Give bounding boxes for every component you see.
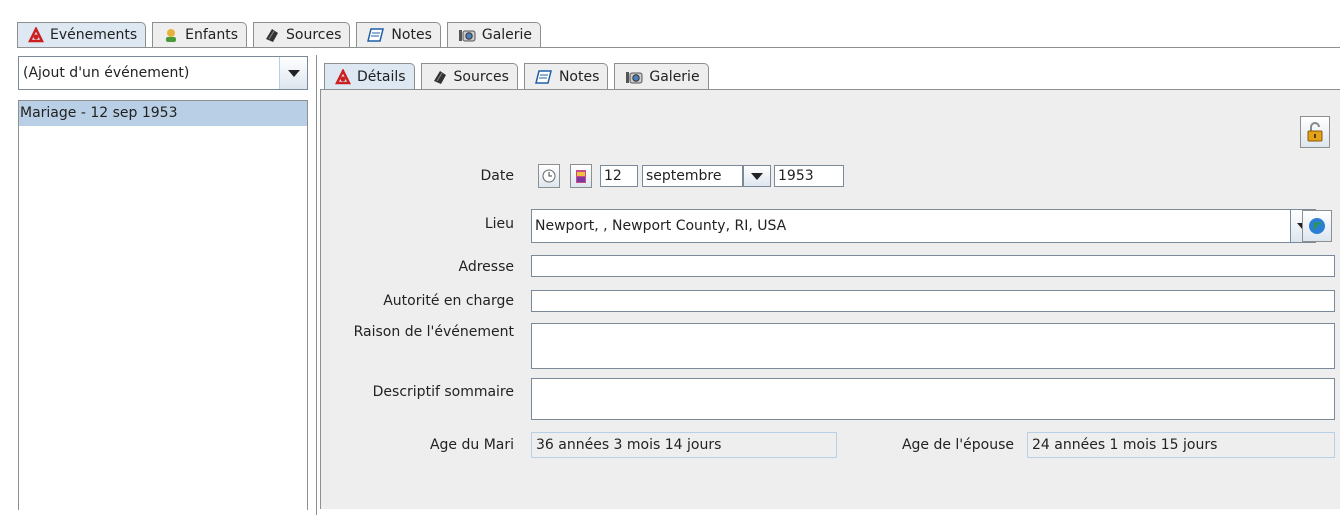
sources-icon: [266, 29, 279, 42]
notes-icon: [367, 28, 385, 42]
calendar-icon: [576, 170, 586, 183]
details-icon: [335, 68, 351, 84]
list-item[interactable]: Mariage - 12 sep 1953: [19, 101, 307, 126]
event-list: Mariage - 12 sep 1953: [18, 100, 308, 510]
gallery-icon: [626, 71, 643, 83]
date-label: Date: [480, 168, 514, 184]
tab-label: Détails: [357, 68, 406, 85]
clock-icon: [542, 169, 556, 183]
date-year-input[interactable]: 1953: [774, 165, 844, 187]
tab-inner-notes[interactable]: Notes: [523, 63, 609, 89]
select-place-button[interactable]: [1302, 210, 1332, 242]
address-label: Adresse: [458, 259, 514, 275]
wife-age-label: Age de l'épouse: [901, 437, 1014, 453]
add-event-combo-value: (Ajout d'un événement): [23, 65, 190, 81]
tabbar-divider: [17, 47, 1340, 48]
outer-tabbar: Evénements Enfants Sources Notes Galerie: [17, 22, 547, 47]
tab-enfants[interactable]: Enfants: [152, 22, 248, 47]
address-field[interactable]: [531, 255, 1335, 277]
husband-age-value: 36 années 3 mois 14 jours: [531, 432, 837, 458]
date-quality-button[interactable]: [538, 164, 560, 188]
events-icon: [28, 27, 44, 43]
lock-open-icon: [1307, 122, 1323, 142]
husband-age-label: Age du Mari: [429, 437, 514, 453]
authority-label: Autorité en charge: [383, 293, 514, 309]
children-icon: [166, 29, 177, 42]
tab-notes[interactable]: Notes: [356, 22, 441, 47]
cause-field[interactable]: [531, 323, 1335, 369]
gallery-icon: [458, 30, 476, 42]
tab-label: Galerie: [481, 27, 533, 43]
tab-label: Galerie: [649, 68, 700, 85]
tab-label: Evénements: [50, 27, 138, 43]
tab-label: Sources: [453, 68, 509, 85]
chevron-down-icon[interactable]: [743, 165, 771, 187]
place-combo[interactable]: Newport, , Newport County, RI, USA: [531, 209, 1291, 243]
tab-evenements[interactable]: Evénements: [17, 22, 147, 47]
tab-label: Enfants: [185, 27, 239, 43]
tab-inner-sources[interactable]: Sources: [420, 63, 518, 89]
privacy-lock-button[interactable]: [1300, 116, 1330, 148]
tab-sources[interactable]: Sources: [253, 22, 351, 47]
cause-label: Raison de l'événement: [353, 324, 514, 340]
description-field[interactable]: [531, 378, 1335, 420]
place-value: Newport, , Newport County, RI, USA: [535, 218, 787, 234]
inner-tabbar: Détails Sources Notes Galerie: [324, 63, 715, 89]
wife-age-value: 24 années 1 mois 15 jours: [1027, 432, 1335, 458]
notes-icon: [534, 69, 552, 84]
add-event-combo[interactable]: (Ajout d'un événement): [18, 56, 308, 90]
sources-icon: [433, 70, 446, 84]
chevron-down-icon[interactable]: [279, 57, 307, 89]
description-label: Descriptif sommaire: [372, 384, 514, 400]
tab-label: Notes: [391, 27, 432, 43]
date-month-select[interactable]: septembre: [642, 165, 743, 187]
tab-label: Sources: [286, 27, 342, 43]
date-day-input[interactable]: 12: [600, 165, 638, 187]
globe-icon: [1309, 218, 1325, 234]
calendar-button[interactable]: [570, 164, 592, 188]
place-label: Lieu: [484, 216, 514, 232]
authority-field[interactable]: [531, 290, 1335, 312]
tab-label: Notes: [558, 68, 600, 85]
tab-details[interactable]: Détails: [324, 63, 415, 89]
tab-inner-galerie[interactable]: Galerie: [614, 63, 709, 89]
tab-galerie[interactable]: Galerie: [446, 22, 542, 47]
